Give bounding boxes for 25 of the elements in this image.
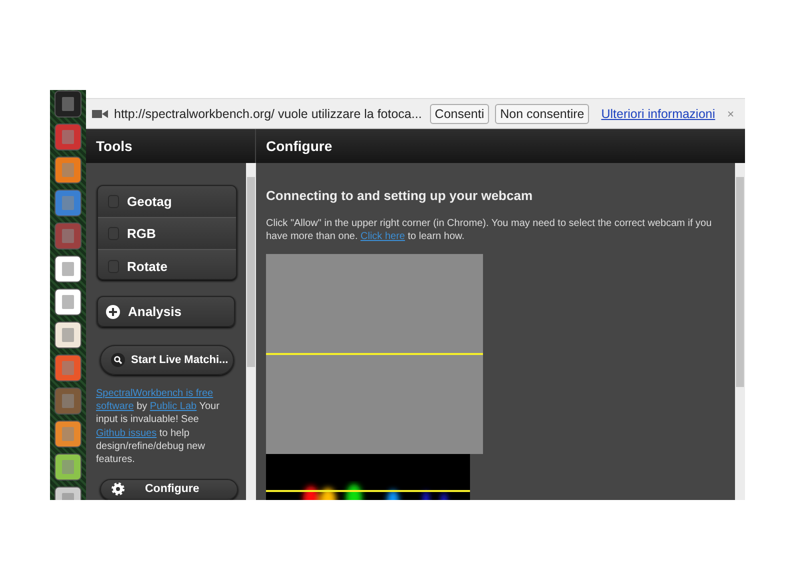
scrollbar[interactable]	[246, 163, 256, 500]
infobar-message: http://spectralworkbench.org/ vuole utilizzare la fotoca...	[114, 106, 422, 120]
app-launcher-icon[interactable]	[54, 255, 82, 283]
app-launcher-icon[interactable]	[54, 288, 82, 316]
configure-button[interactable]: Configure	[100, 478, 238, 500]
live-matching-button[interactable]: Start Live Matchi...	[100, 345, 234, 375]
plus-icon	[106, 304, 120, 319]
about-paragraph: SpectralWorkbench is free software by Public Lab Your input is invaluable! See Github issues to help design/refine/debug new features.	[96, 386, 220, 467]
camera-icon	[92, 108, 108, 118]
panel-title: Tools	[96, 138, 132, 154]
option-toggle[interactable]: Geotag	[98, 186, 236, 218]
infobar-button[interactable]: Consenti	[430, 104, 490, 124]
app-launcher-icon[interactable]	[54, 453, 82, 481]
gear-icon	[111, 482, 125, 496]
app-launcher-icon[interactable]	[54, 321, 82, 349]
section-heading: Connecting to and setting up your webcam	[266, 188, 534, 203]
analysis-button[interactable]: Analysis	[97, 296, 235, 328]
option-toggle[interactable]: Rotate	[98, 250, 236, 280]
search-icon	[111, 353, 125, 368]
option-toggle[interactable]: RGB	[98, 218, 236, 250]
scrollbar[interactable]	[735, 163, 745, 500]
more-info-link[interactable]: Ulteriori informazioni	[601, 106, 716, 120]
panel-title: Configure	[266, 138, 332, 154]
infobar-button[interactable]: Non consentire	[495, 104, 590, 124]
instructions-text: Click "Allow" in the upper right corner (in Chrome). You may need to select the correct webcam if you have more than one. Click here to learn how.	[266, 217, 713, 243]
